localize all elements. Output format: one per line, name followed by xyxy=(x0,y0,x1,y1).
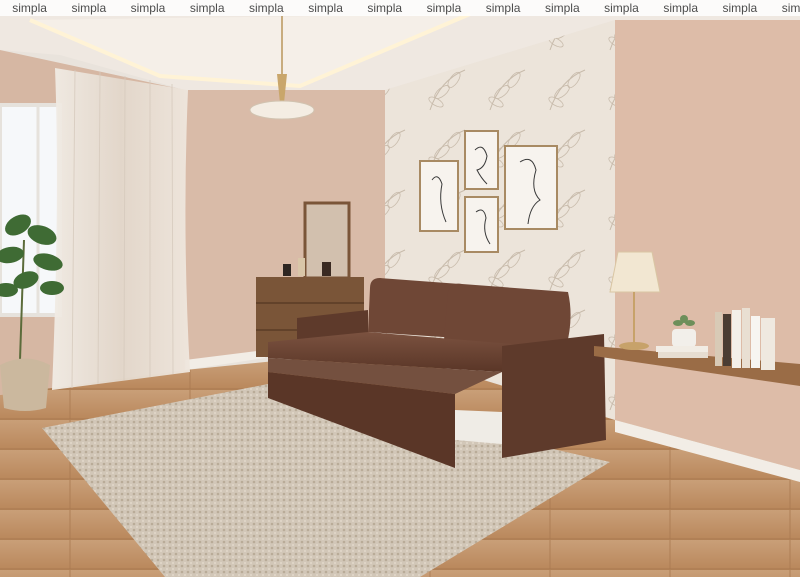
room-illustration xyxy=(0,0,800,577)
plant-basket xyxy=(0,358,50,411)
succulent-pot xyxy=(672,329,696,347)
watermark-text: simpla xyxy=(308,1,343,15)
watermark-text: simpla xyxy=(189,1,225,15)
watermark-text: simpla xyxy=(781,1,800,15)
watermark-text: simpla xyxy=(485,1,521,15)
room-scene: simpla simpla simpla simpla simpla simpla simp… xyxy=(0,0,800,577)
right-wall xyxy=(615,20,800,470)
watermark-text: simpla xyxy=(426,1,462,15)
watermark-text: simpla xyxy=(604,1,639,15)
watermark-text: simpla xyxy=(544,1,580,15)
table-lamp xyxy=(609,251,661,293)
watermark-text: simpla xyxy=(663,1,698,15)
watermark-text: simpla xyxy=(12,1,47,15)
sofa-cushion-right xyxy=(444,283,571,348)
watermark-bar: simpla simpla simpla simpla simpla simpla simp… xyxy=(0,0,800,16)
sofa-arm-right xyxy=(502,334,606,458)
watermark-text: simpla xyxy=(249,1,284,15)
watermark-text: simpla xyxy=(130,1,166,15)
watermark-text: simpla xyxy=(367,1,403,15)
watermark-text: simpla xyxy=(722,1,758,15)
watermark-text: simpla xyxy=(71,1,107,15)
